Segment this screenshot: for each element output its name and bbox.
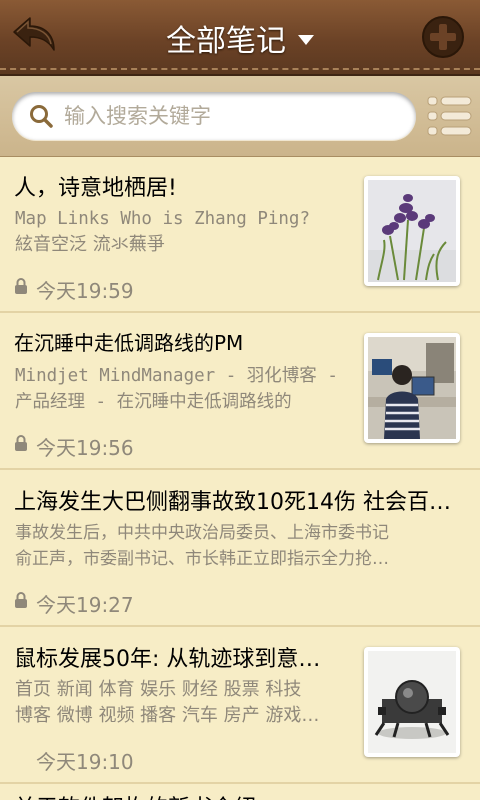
note-item[interactable]: 鼠标发展50年: 从轨迹球到意… 首页 新闻 体育 娱乐 财经 股票 科技 博客 …: [0, 627, 480, 784]
note-preview-line: 首页 新闻 体育 娱乐 财经 股票 科技: [15, 679, 302, 700]
note-preview-line: 俞正声，市委副书记、市长韩正立即指示全力抢…: [15, 549, 389, 569]
note-preview-line: 絃音空泛 流氺蕪爭: [15, 234, 165, 255]
stitch-divider: [0, 68, 480, 70]
note-preview: 事故发生后，中共中央政治局委员、上海市委书记 俞正声，市委副书记、市长韩正立即指示…: [15, 520, 389, 572]
notebook-selector[interactable]: 全部笔记: [150, 16, 330, 60]
add-note-button[interactable]: [420, 14, 466, 60]
search-icon: [30, 105, 53, 128]
lock-icon: [15, 278, 27, 294]
note-item-partial[interactable]: 关于软件架构的新书介绍: [0, 776, 480, 800]
person-at-computer-photo: [368, 337, 456, 439]
note-preview-line: Mindjet MindManager - 羽化博客 -: [15, 366, 338, 386]
note-preview-line: 博客 微博 视频 播客 汽车 房产 游戏…: [15, 705, 320, 726]
lock-icon: [15, 435, 27, 451]
back-button[interactable]: [8, 12, 60, 60]
page-title: 全部笔记: [166, 24, 286, 59]
note-title: 人，诗意地栖居!: [14, 176, 177, 201]
caret-down-icon: [298, 35, 314, 45]
note-title: 鼠标发展50年: 从轨迹球到意…: [14, 647, 321, 672]
note-title: 上海发生大巴侧翻事故致10死14伤 社会百…: [14, 490, 451, 515]
note-title: 关于软件架构的新书介绍: [14, 790, 256, 800]
note-thumbnail: [364, 647, 460, 757]
note-item[interactable]: 在沉睡中走低调路线的PM Mindjet MindManager - 羽化博客 …: [0, 313, 480, 470]
note-thumbnail: [364, 333, 460, 443]
note-time: 今天19:10: [36, 750, 134, 774]
search-field[interactable]: [12, 92, 416, 140]
note-preview: Mindjet MindManager - 羽化博客 - 产品经理 - 在沉睡中走…: [15, 363, 338, 415]
notes-list: 人，诗意地栖居! Map Links Who is Zhang Ping? 絃音空…: [0, 156, 480, 784]
note-preview-line: 产品经理 - 在沉睡中走低调路线的: [15, 392, 292, 412]
note-preview: Map Links Who is Zhang Ping? 絃音空泛 流氺蕪爭: [15, 206, 310, 258]
note-time: 今天19:27: [36, 593, 134, 617]
note-preview-line: Map Links Who is Zhang Ping?: [15, 209, 311, 229]
search-input[interactable]: [62, 103, 396, 129]
lock-icon: [15, 592, 27, 608]
note-thumbnail: [364, 176, 460, 286]
list-menu-button[interactable]: [424, 92, 474, 140]
note-time: 今天19:56: [36, 436, 134, 460]
note-item[interactable]: 人，诗意地栖居! Map Links Who is Zhang Ping? 絃音空…: [0, 156, 480, 313]
trackball-device-photo: [368, 651, 456, 753]
note-item[interactable]: 上海发生大巴侧翻事故致10死14伤 社会百… 事故发生后，中共中央政治局委员、上…: [0, 470, 480, 627]
list-menu-icon: [427, 96, 472, 136]
purple-flowers-photo: [368, 180, 456, 282]
back-arrow-icon: [13, 17, 55, 51]
note-preview: 首页 新闻 体育 娱乐 财经 股票 科技 博客 微博 视频 播客 汽车 房产 游戏…: [15, 677, 319, 729]
note-time: 今天19:59: [36, 279, 134, 303]
note-title: 在沉睡中走低调路线的PM: [14, 331, 244, 355]
plus-icon: [422, 16, 464, 58]
note-preview-line: 事故发生后，中共中央政治局委员、上海市委书记: [15, 523, 389, 543]
